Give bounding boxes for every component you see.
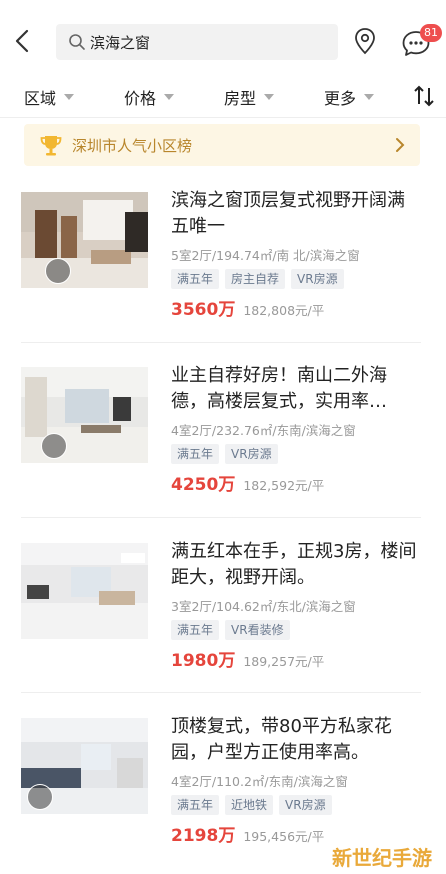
listing-photo[interactable] bbox=[21, 543, 148, 639]
chevron-right-icon bbox=[396, 138, 405, 152]
listing-unit-price: 182,592元/平 bbox=[243, 478, 325, 493]
listing-tag: VR看装修 bbox=[225, 620, 290, 640]
listing-tag: VR房源 bbox=[291, 269, 344, 289]
listing-tags: 满五年 房主自荐 VR房源 bbox=[171, 269, 350, 289]
listing-tags: 满五年 VR看装修 bbox=[171, 620, 296, 640]
listing-tags: 满五年 近地铁 VR房源 bbox=[171, 795, 338, 815]
listing-photo[interactable] bbox=[21, 192, 148, 288]
listing-price: 4250万 bbox=[171, 475, 236, 495]
location-pin-icon[interactable] bbox=[350, 26, 380, 56]
filter-area-label: 区域 bbox=[24, 89, 57, 108]
listing-unit-price: 189,257元/平 bbox=[243, 654, 325, 669]
listing-unit-price: 182,808元/平 bbox=[243, 303, 325, 318]
listing-tag: 满五年 bbox=[171, 444, 220, 464]
listing-tag: 房主自荐 bbox=[225, 269, 286, 289]
search-bar[interactable] bbox=[56, 24, 338, 60]
divider bbox=[21, 692, 421, 693]
listing-meta: 4室2厅/232.76㎡/东南/滨海之窗 bbox=[171, 423, 356, 438]
banner-text: 深圳市人气小区榜 bbox=[72, 136, 193, 155]
listing-meta: 3室2厅/104.62㎡/东北/滨海之窗 bbox=[171, 599, 356, 614]
listing-price-row: 1980万 189,257元/平 bbox=[171, 646, 324, 671]
notification-badge: 81 bbox=[420, 24, 442, 42]
caret-down-icon bbox=[64, 94, 75, 100]
listing-tag: VR房源 bbox=[279, 795, 332, 815]
listing-unit-price: 195,456元/平 bbox=[243, 829, 325, 844]
listing-tag: 近地铁 bbox=[225, 795, 274, 815]
trophy-icon bbox=[40, 136, 62, 156]
interior-photo-image bbox=[21, 192, 148, 288]
top-bar: 81 bbox=[0, 0, 446, 76]
listing-tag: 满五年 bbox=[171, 620, 220, 640]
listing-price-row: 3560万 182,808元/平 bbox=[171, 295, 324, 320]
filter-layout[interactable]: 房型 bbox=[224, 84, 275, 110]
filter-price-label: 价格 bbox=[124, 89, 157, 108]
back-arrow-icon[interactable] bbox=[10, 26, 36, 56]
listing-photo[interactable] bbox=[21, 718, 148, 814]
listing-tag: 满五年 bbox=[171, 269, 220, 289]
listing-meta: 4室2厅/110.2㎡/东南/滨海之窗 bbox=[171, 774, 348, 789]
divider bbox=[21, 342, 421, 343]
listing-price-row: 2198万 195,456元/平 bbox=[171, 821, 324, 846]
vr-view-icon bbox=[45, 258, 71, 284]
interior-photo-image bbox=[21, 543, 148, 639]
caret-down-icon bbox=[164, 94, 175, 100]
vr-view-icon bbox=[41, 433, 67, 459]
filter-price[interactable]: 价格 bbox=[124, 84, 175, 110]
filter-bar: 区域 价格 房型 更多 bbox=[0, 76, 446, 118]
listing-title: 顶楼复式，带80平方私家花园，户型方正使用率高。 bbox=[171, 716, 392, 763]
listing-title: 满五红本在手，正规3房，楼间距大，视野开阔。 bbox=[171, 541, 417, 588]
popular-community-banner[interactable]: 深圳市人气小区榜 bbox=[24, 124, 420, 166]
sort-icon[interactable] bbox=[412, 84, 436, 108]
caret-down-icon bbox=[264, 94, 275, 100]
filter-area[interactable]: 区域 bbox=[24, 84, 75, 110]
vr-view-icon bbox=[27, 784, 53, 810]
watermark-text: 新世纪手游 bbox=[332, 846, 432, 870]
caret-down-icon bbox=[364, 94, 375, 100]
listing-tag: VR房源 bbox=[225, 444, 278, 464]
interior-photo-image bbox=[21, 367, 148, 463]
divider bbox=[21, 517, 421, 518]
filter-more[interactable]: 更多 bbox=[324, 84, 375, 110]
listing-title: 滨海之窗顶层复式视野开阔满五唯一 bbox=[171, 190, 405, 237]
listing-photo[interactable] bbox=[21, 367, 148, 463]
listing-price: 2198万 bbox=[171, 826, 236, 846]
listing-price: 3560万 bbox=[171, 300, 236, 320]
filter-more-label: 更多 bbox=[324, 89, 357, 108]
listing-title: 业主自荐好房！南山二外海德，高楼层复式，实用率… bbox=[171, 365, 387, 412]
search-input[interactable] bbox=[90, 33, 320, 51]
listing-tag: 满五年 bbox=[171, 795, 220, 815]
search-icon bbox=[69, 34, 85, 50]
listing-tags: 满五年 VR房源 bbox=[171, 444, 284, 464]
filter-layout-label: 房型 bbox=[224, 89, 257, 108]
listing-meta: 5室2厅/194.74㎡/南 北/滨海之窗 bbox=[171, 248, 360, 263]
listing-price: 1980万 bbox=[171, 651, 236, 671]
listing-price-row: 4250万 182,592元/平 bbox=[171, 470, 324, 495]
